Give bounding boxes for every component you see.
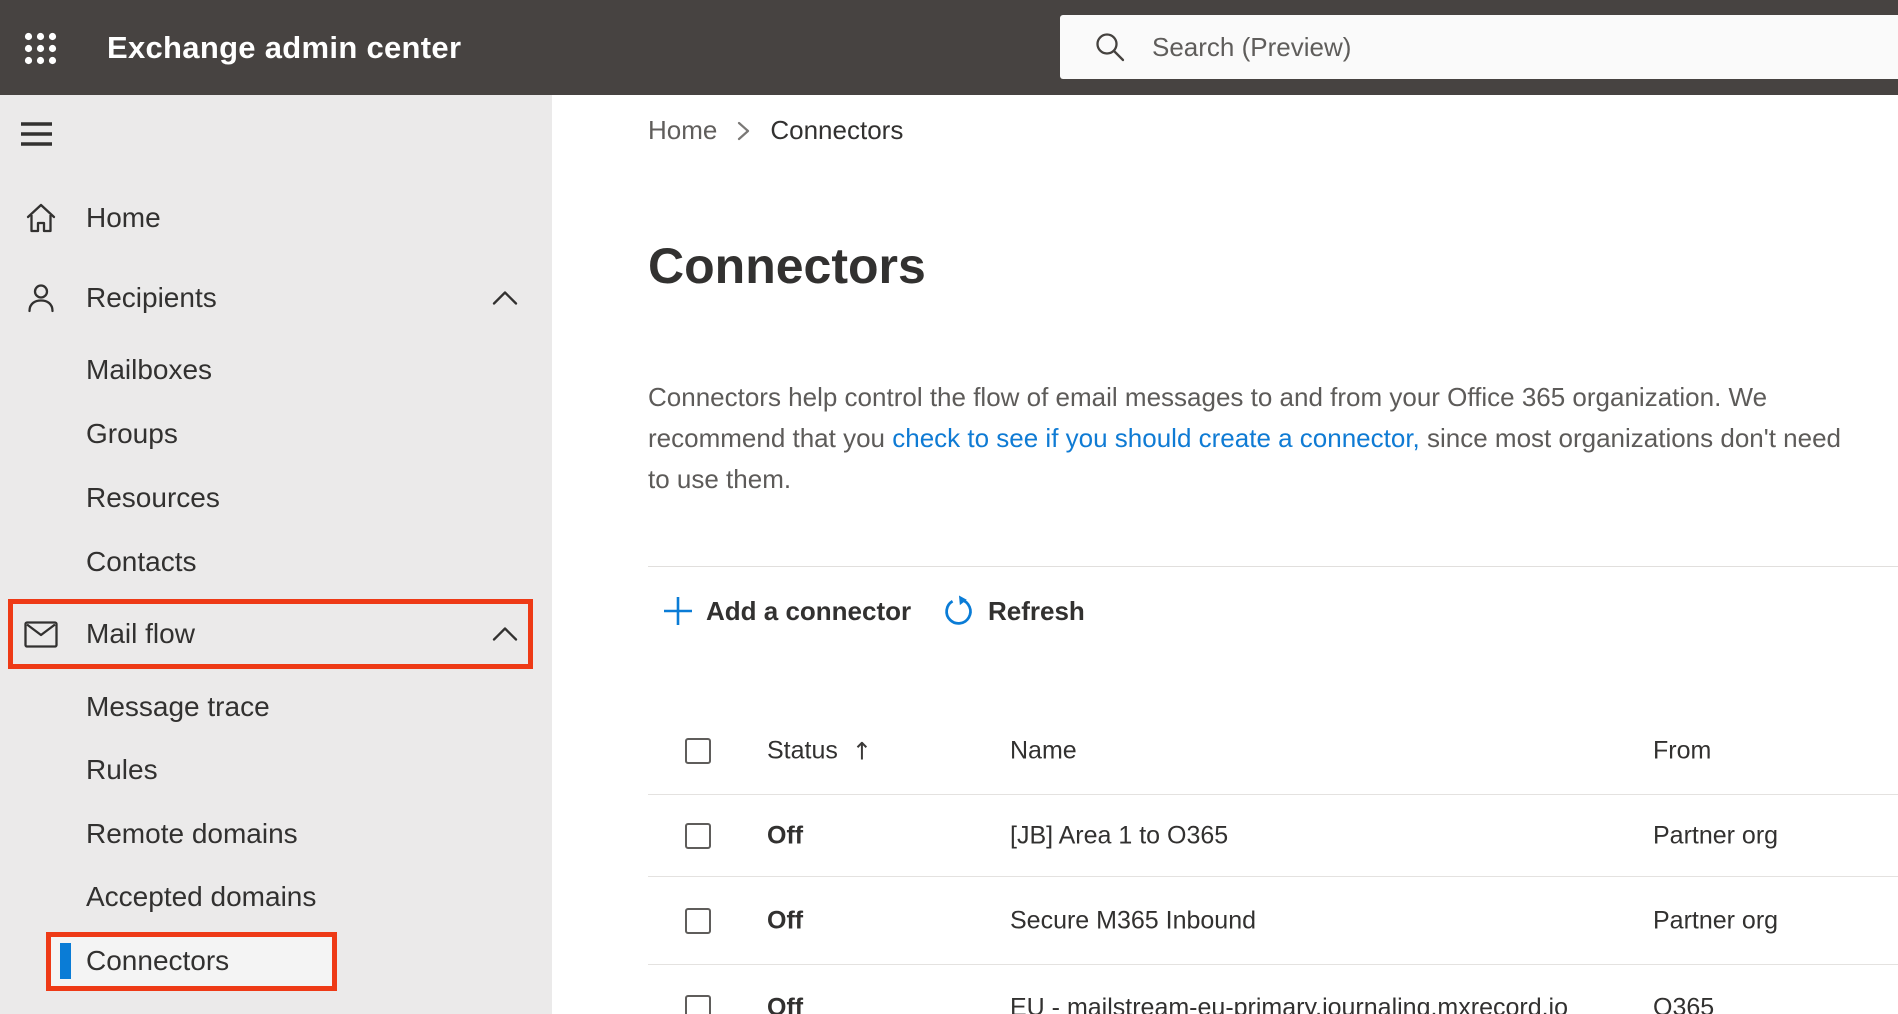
table-header-row: Status ↑ Name From — [648, 708, 1898, 795]
sidebar-item-connectors[interactable]: Connectors — [0, 929, 552, 993]
row-status: Off — [767, 906, 804, 934]
hamburger-icon — [21, 122, 52, 146]
breadcrumb-home[interactable]: Home — [648, 115, 717, 146]
column-header-name[interactable]: Name — [1010, 737, 1077, 766]
app-launcher-button[interactable] — [17, 25, 63, 71]
person-icon — [28, 284, 54, 313]
envelope-icon — [24, 620, 58, 648]
sidebar-item-mailboxes[interactable]: Mailboxes — [0, 338, 552, 402]
row-status: Off — [767, 821, 804, 849]
row-name: EU - mailstream-eu-primary.journaling.mx… — [1010, 993, 1569, 1014]
table-row[interactable]: Off [JB] Area 1 to O365 Partner org — [648, 795, 1898, 877]
page-description: Connectors help control the flow of emai… — [648, 382, 1841, 494]
page-title: Connectors — [648, 238, 926, 294]
row-from: Partner org — [1653, 906, 1779, 934]
table-row[interactable]: Off EU - mailstream-eu-primary.journalin… — [648, 965, 1898, 1014]
plus-icon — [664, 597, 692, 625]
top-bar: Exchange admin center — [0, 0, 1898, 95]
sort-ascending-icon: ↑ — [851, 737, 872, 765]
add-connector-button[interactable]: Add a connector — [663, 590, 911, 632]
column-header-status[interactable]: Status ↑ — [767, 737, 872, 766]
sidebar-item-contacts[interactable]: Contacts — [0, 530, 552, 594]
row-name: [JB] Area 1 to O365 — [1010, 821, 1229, 849]
sidebar-item-label: Recipients — [86, 282, 217, 313]
sidebar-item-recipients[interactable]: Recipients — [0, 266, 552, 330]
search-input[interactable] — [1150, 30, 1898, 64]
sidebar: Home Recipients Mailboxes Groups Resourc… — [0, 95, 552, 1014]
connector-check-link[interactable]: check to see if you should create a conn… — [892, 423, 1420, 453]
chevron-right-icon — [738, 121, 750, 140]
sidebar-item-message-trace[interactable]: Message trace — [0, 675, 552, 739]
sidebar-item-home[interactable]: Home — [0, 186, 552, 250]
sidebar-item-rules[interactable]: Rules — [0, 738, 552, 802]
sidebar-item-label: Mail flow — [86, 618, 195, 649]
sidebar-item-label: Home — [86, 202, 161, 233]
chevron-up-icon — [492, 627, 518, 641]
chevron-up-icon — [492, 291, 518, 305]
sidebar-item-groups[interactable]: Groups — [0, 402, 552, 466]
breadcrumb-current: Connectors — [770, 115, 904, 145]
toolbar-divider — [648, 566, 1898, 567]
row-from: Partner org — [1653, 821, 1779, 849]
sidebar-item-resources[interactable]: Resources — [0, 466, 552, 530]
main-content: Home Connectors Connectors Connectors he… — [552, 95, 1898, 1014]
refresh-icon — [945, 594, 972, 625]
row-name: Secure M365 Inbound — [1010, 906, 1257, 934]
sidebar-item-remote-domains[interactable]: Remote domains — [0, 802, 552, 866]
search-box[interactable] — [1060, 15, 1898, 79]
sidebar-item-mail-flow[interactable]: Mail flow — [0, 602, 552, 666]
app-title: Exchange admin center — [107, 29, 462, 65]
row-checkbox[interactable] — [685, 822, 711, 849]
column-header-from[interactable]: From — [1653, 737, 1711, 766]
home-icon — [26, 203, 56, 233]
table-row[interactable]: Off Secure M365 Inbound Partner org — [648, 877, 1898, 965]
waffle-icon — [24, 32, 56, 64]
sidebar-item-accepted-domains[interactable]: Accepted domains — [0, 865, 552, 929]
search-icon — [1096, 33, 1125, 62]
select-all-checkbox[interactable] — [685, 738, 711, 764]
breadcrumb: Home Connectors — [648, 115, 903, 146]
row-from: O365 — [1653, 993, 1715, 1014]
hamburger-button[interactable] — [20, 115, 60, 153]
row-status: Off — [767, 993, 804, 1014]
row-checkbox[interactable] — [685, 907, 711, 934]
row-checkbox[interactable] — [685, 995, 711, 1014]
refresh-button[interactable]: Refresh — [942, 590, 1085, 632]
